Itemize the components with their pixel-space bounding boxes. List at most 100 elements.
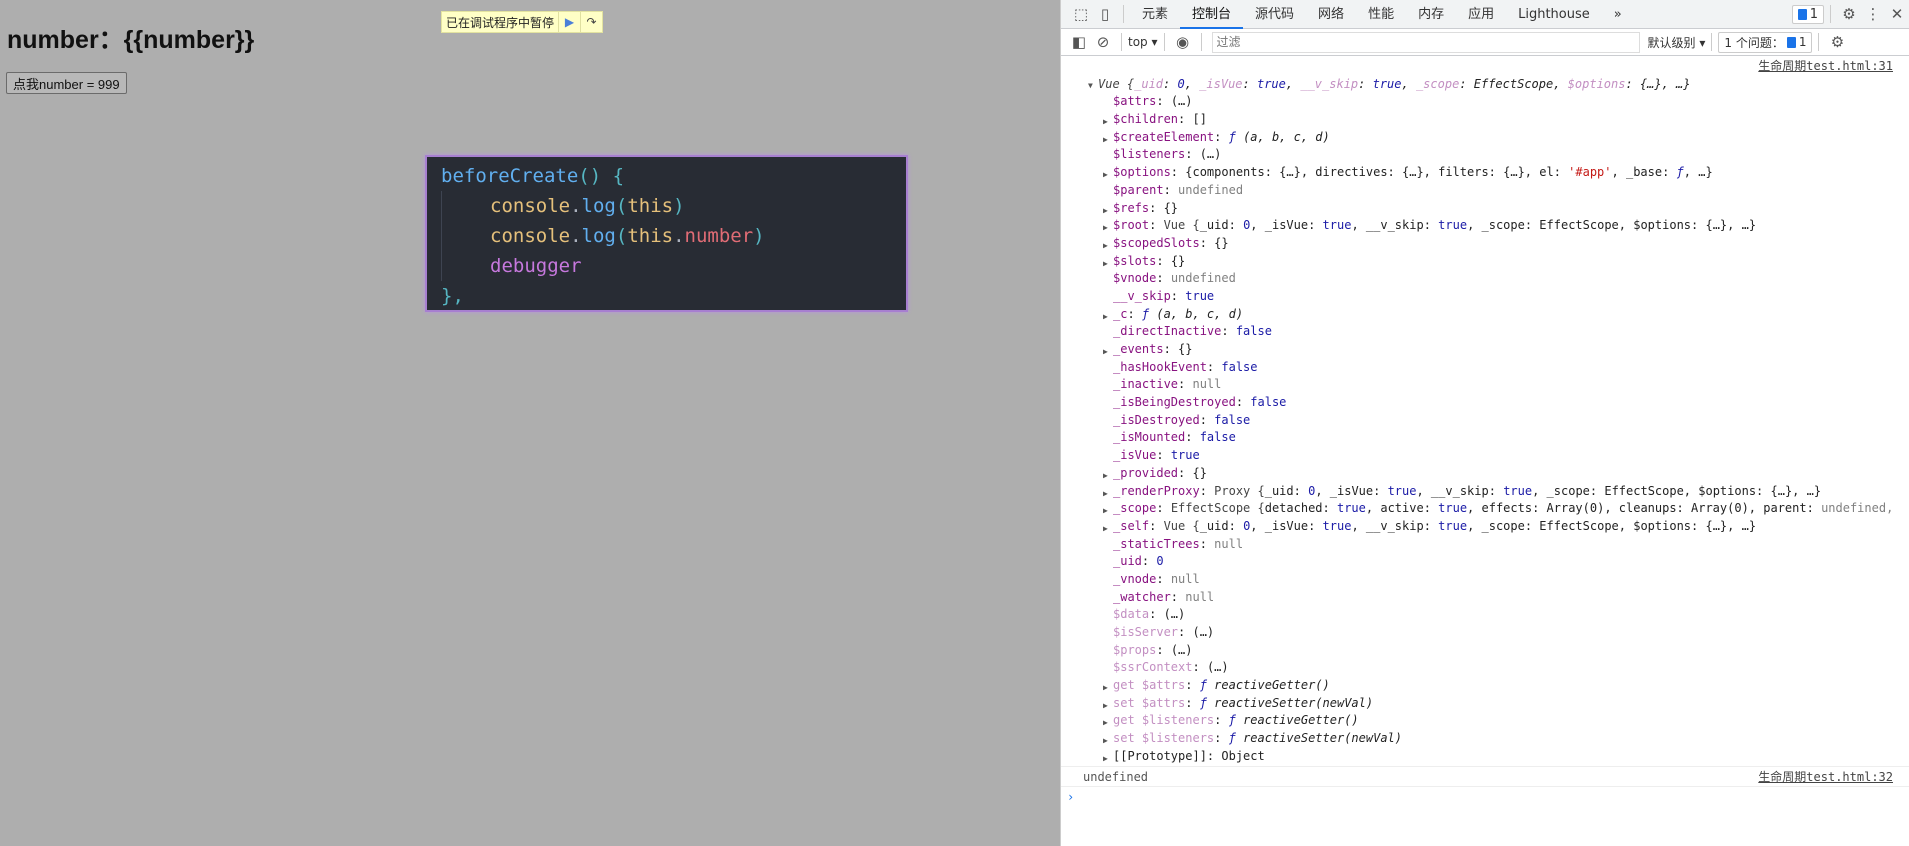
set-number-button[interactable]: 点我number = 999 (6, 72, 127, 94)
property-value: Vue { (1163, 518, 1200, 533)
collapsed-triangle-icon[interactable]: ▶ (1103, 732, 1108, 748)
more-tabs-button[interactable]: » (1602, 0, 1634, 29)
code-token: console (490, 195, 571, 217)
property-row: $ssrContext: (…) (1061, 659, 1909, 677)
more-vertical-icon[interactable]: ⋮ (1861, 5, 1885, 23)
close-icon[interactable]: ✕ (1885, 5, 1909, 23)
property-row[interactable]: ▶ _scope: EffectScope {detached: true, ac… (1061, 500, 1909, 518)
sidebar-toggle-icon[interactable]: ◧ (1067, 33, 1091, 51)
device-toolbar-icon[interactable]: ▯ (1093, 5, 1117, 23)
property-row[interactable]: ▶ get $attrs: ƒ reactiveGetter() (1061, 677, 1909, 695)
property-key: $parent (1113, 182, 1164, 197)
property-colon: : (1221, 324, 1236, 339)
property-row[interactable]: ▶ $options: {components: {…}, directives:… (1061, 164, 1909, 182)
property-row[interactable]: ▶ _c: ƒ (a, b, c, d) (1061, 306, 1909, 324)
collapsed-triangle-icon[interactable]: ▶ (1103, 166, 1108, 182)
property-value: EffectScope { (1170, 501, 1265, 516)
property-row[interactable]: ▶ $refs: {} (1061, 200, 1909, 218)
property-key: $root (1113, 218, 1150, 233)
context-select[interactable]: top ▾ (1128, 35, 1158, 49)
log-source-link[interactable]: 生命周期test.html:31 (1758, 58, 1893, 76)
property-row: _staticTrees: null (1061, 536, 1909, 554)
devtools-tab-bar: ⬚ ▯ 元素 控制台 源代码 网络 性能 内存 应用 Lighthouse » 1 ⚙ ⋮ ✕ (1061, 0, 1909, 29)
collapsed-triangle-icon[interactable]: ▶ (1103, 750, 1108, 766)
property-row[interactable]: ▶ _provided: {} (1061, 465, 1909, 483)
console-prompt[interactable]: › (1061, 785, 1909, 808)
expanded-triangle-icon[interactable]: ▼ (1088, 77, 1093, 94)
collapsed-triangle-icon[interactable]: ▶ (1103, 679, 1108, 695)
property-row[interactable]: ▶ _self: Vue {_uid: 0, _isVue: true, __v_… (1061, 518, 1909, 536)
property-row[interactable]: ▶ _events: {} (1061, 341, 1909, 359)
property-key: $createElement (1113, 129, 1215, 144)
collapsed-triangle-icon[interactable]: ▶ (1103, 502, 1108, 518)
property-row[interactable]: ▶ $scopedSlots: {} (1061, 235, 1909, 253)
property-row[interactable]: ▶ _renderProxy: Proxy {_uid: 0, _isVue: t… (1061, 483, 1909, 501)
property-colon: : (1178, 625, 1193, 639)
property-row[interactable]: ▶ [[Prototype]]: Object (1061, 748, 1909, 766)
property-value: (…) (1163, 607, 1186, 622)
page-heading: number：{{number}} (7, 26, 255, 54)
issues-button[interactable]: 1 个问题： 1 (1718, 31, 1813, 53)
property-row[interactable]: ▶ $slots: {} (1061, 253, 1909, 271)
eye-icon[interactable]: ◉ (1171, 33, 1195, 51)
tab-5[interactable]: 内存 (1406, 0, 1456, 29)
tab-3[interactable]: 网络 (1306, 0, 1356, 29)
property-row[interactable]: ▶ $root: Vue {_uid: 0, _isVue: true, __v_… (1061, 217, 1909, 235)
property-key: get $listeners (1113, 713, 1215, 728)
collapsed-triangle-icon[interactable]: ▶ (1103, 467, 1108, 483)
collapsed-triangle-icon[interactable]: ▶ (1103, 237, 1108, 253)
property-value: {} (1192, 465, 1207, 480)
tab-2[interactable]: 源代码 (1243, 0, 1306, 29)
code-token: log (581, 225, 616, 247)
property-row: $props: (…) (1061, 642, 1909, 660)
property-row[interactable]: ▶ $createElement: ƒ (a, b, c, d) (1061, 129, 1909, 147)
tab-1[interactable]: 控制台 (1180, 0, 1244, 29)
property-row[interactable]: ▶ get $listeners: ƒ reactiveGetter() (1061, 712, 1909, 730)
collapsed-triangle-icon[interactable]: ▶ (1103, 714, 1108, 730)
issues-badge-button[interactable]: 1 (1791, 4, 1824, 24)
property-value: (…) (1170, 94, 1193, 109)
property-colon: : (1192, 660, 1207, 675)
property-row[interactable]: ▶ set $listeners: ƒ reactiveSetter(newVal… (1061, 730, 1909, 748)
property-value: ƒ (1228, 731, 1244, 746)
log-source-link[interactable]: 生命周期test.html:32 (1758, 767, 1893, 786)
property-row[interactable]: ▶ $children: [] (1061, 111, 1909, 129)
collapsed-triangle-icon[interactable]: ▶ (1103, 343, 1108, 359)
collapsed-triangle-icon[interactable]: ▶ (1103, 697, 1108, 713)
property-key: _isMounted (1113, 430, 1186, 445)
collapsed-triangle-icon[interactable]: ▶ (1103, 255, 1108, 271)
tab-6[interactable]: 应用 (1456, 0, 1506, 29)
collapsed-triangle-icon[interactable]: ▶ (1103, 485, 1108, 501)
property-key: $refs (1113, 200, 1150, 215)
gear-icon[interactable]: ⚙ (1837, 5, 1861, 23)
code-token: ) (673, 195, 685, 217)
property-row: __v_skip: true (1061, 288, 1909, 306)
resume-icon[interactable]: ▶ (558, 12, 580, 32)
vue-object-summary[interactable]: ▼ Vue {_uid: 0, _isVue: true, __v_skip: t… (1061, 76, 1909, 94)
inspect-element-icon[interactable]: ⬚ (1069, 5, 1093, 23)
collapsed-triangle-icon[interactable]: ▶ (1103, 113, 1108, 129)
issues-count: 1 (1798, 35, 1807, 49)
collapsed-triangle-icon[interactable]: ▶ (1103, 520, 1108, 536)
property-colon: : (1199, 483, 1215, 498)
property-value: true (1322, 218, 1352, 233)
filter-input[interactable] (1211, 31, 1640, 53)
log-level-select[interactable]: 默认级别 ▾ (1648, 34, 1706, 51)
property-value: ƒ (1199, 678, 1215, 693)
tab-7[interactable]: Lighthouse (1506, 0, 1602, 29)
property-key: $vnode (1113, 271, 1157, 286)
step-over-icon[interactable]: ↷ (580, 12, 602, 32)
collapsed-triangle-icon[interactable]: ▶ (1103, 202, 1108, 218)
tab-4[interactable]: 性能 (1356, 0, 1406, 29)
property-colon: : (1156, 571, 1171, 586)
collapsed-triangle-icon[interactable]: ▶ (1103, 308, 1108, 324)
clear-console-icon[interactable]: ⊘ (1091, 33, 1115, 51)
property-value: '#app' (1568, 165, 1612, 180)
property-value: _uid: (1264, 483, 1309, 498)
property-row[interactable]: ▶ set $attrs: ƒ reactiveSetter(newVal) (1061, 695, 1909, 713)
console-settings-gear-icon[interactable]: ⚙ (1825, 33, 1849, 51)
collapsed-triangle-icon[interactable]: ▶ (1103, 131, 1108, 147)
property-value: , __v_skip: (1351, 518, 1439, 533)
tab-0[interactable]: 元素 (1130, 0, 1180, 29)
collapsed-triangle-icon[interactable]: ▶ (1103, 219, 1108, 235)
